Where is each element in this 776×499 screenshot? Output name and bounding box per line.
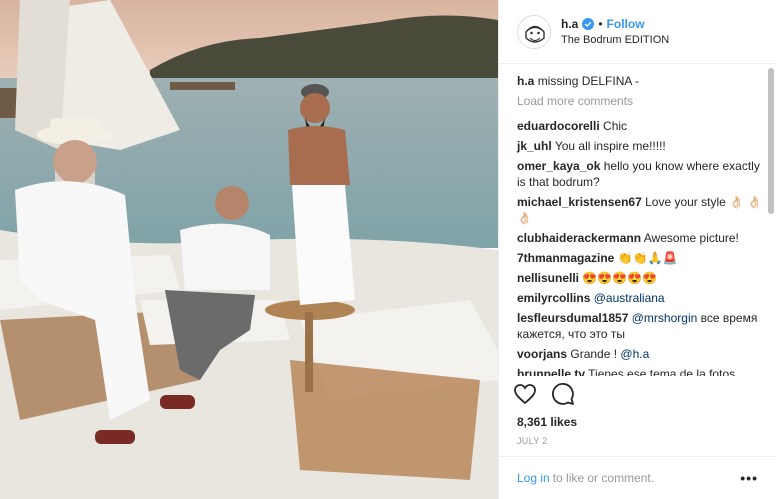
comment-mention[interactable]: @mrshorgin [632,311,698,325]
avatar-illustration-icon [518,15,550,48]
comment-username[interactable]: jk_uhl [517,139,552,153]
comment-text: 👏👏🙏🚨 [617,251,678,265]
post-caption: h.a missing DELFINA - [517,72,766,90]
follow-button[interactable]: Follow [607,16,645,32]
heart-icon[interactable] [513,382,537,406]
comment-username[interactable]: clubhaiderackermann [517,231,641,245]
comments-scrollbar[interactable] [768,68,774,214]
post-photo[interactable] [0,0,498,499]
comment-username[interactable]: 7thmanmagazine [517,251,614,265]
comment-mention[interactable]: @h.a [620,347,649,361]
comment-item: lesfleursdumal1857 @mrshorgin все время … [517,310,766,342]
comment-text: Grande ! [570,347,618,361]
comment-text: Awesome picture! [643,231,739,245]
comment-item: clubhaiderackermann Awesome picture! [517,230,766,246]
post-header: h.a • Follow The Bodrum EDITION [499,0,776,64]
comment-item: jk_uhl You all inspire me!!!!! [517,138,766,154]
caption-username[interactable]: h.a [517,74,534,88]
comment-username[interactable]: voorjans [517,347,567,361]
comment-text: Chic [603,119,628,133]
comment-username[interactable]: omer_kaya_ok [517,159,600,173]
more-options-icon[interactable]: ••• [740,470,758,486]
post-actions [513,382,575,406]
separator-dot: • [598,16,603,31]
login-link[interactable]: Log in [517,471,550,485]
comment-text: You all inspire me!!!!! [554,139,666,153]
comment-username[interactable]: emilyrcollins [517,291,590,305]
comment-username[interactable]: michael_kristensen67 [517,195,642,209]
load-more-comments[interactable]: Load more comments [517,92,766,110]
like-count[interactable]: 8,361 likes [517,415,577,429]
comment-username[interactable]: brunpelle.tv [517,367,585,376]
login-prompt-text: to like or comment. [552,471,655,485]
comment-item: omer_kaya_ok hello you know where exactl… [517,158,766,190]
avatar[interactable] [517,14,551,49]
comment-item: voorjans Grande ! @h.a [517,346,766,362]
comment-username[interactable]: eduardocorelli [517,119,600,133]
comment-icon[interactable] [551,382,575,406]
comment-item: nellisunelli 😍😍😍😍😍 [517,270,766,286]
post-footer: Log in to like or comment. ••• [499,456,776,499]
post-location[interactable]: The Bodrum EDITION [561,32,669,48]
verified-icon [582,17,595,30]
comment-username[interactable]: nellisunelli [517,271,579,285]
comment-item: brunpelle.tv Tienes ese tema de la fotos [517,366,766,376]
caption-text: missing DELFINA - [537,74,640,88]
comment-item: 7thmanmagazine 👏👏🙏🚨 [517,250,766,266]
post-side-panel: h.a • Follow The Bodrum EDITION h.a miss… [498,0,776,499]
comment-item: eduardocorelli Chic [517,118,766,134]
comment-mention[interactable]: @australiana [594,291,665,305]
post-username[interactable]: h.a [561,16,578,32]
comment-item: michael_kristensen67 Love your style 👌🏻 … [517,194,766,226]
comment-item: emilyrcollins @australiana [517,290,766,306]
comment-text: Tienes ese tema de la fotos [588,367,736,376]
beach-scene-image [0,0,498,499]
comment-text: 😍😍😍😍😍 [582,271,658,285]
comments-list[interactable]: h.a missing DELFINA - Load more comments… [499,64,766,376]
comment-username[interactable]: lesfleursdumal1857 [517,311,628,325]
post-date[interactable]: JULY 2 [517,436,547,446]
